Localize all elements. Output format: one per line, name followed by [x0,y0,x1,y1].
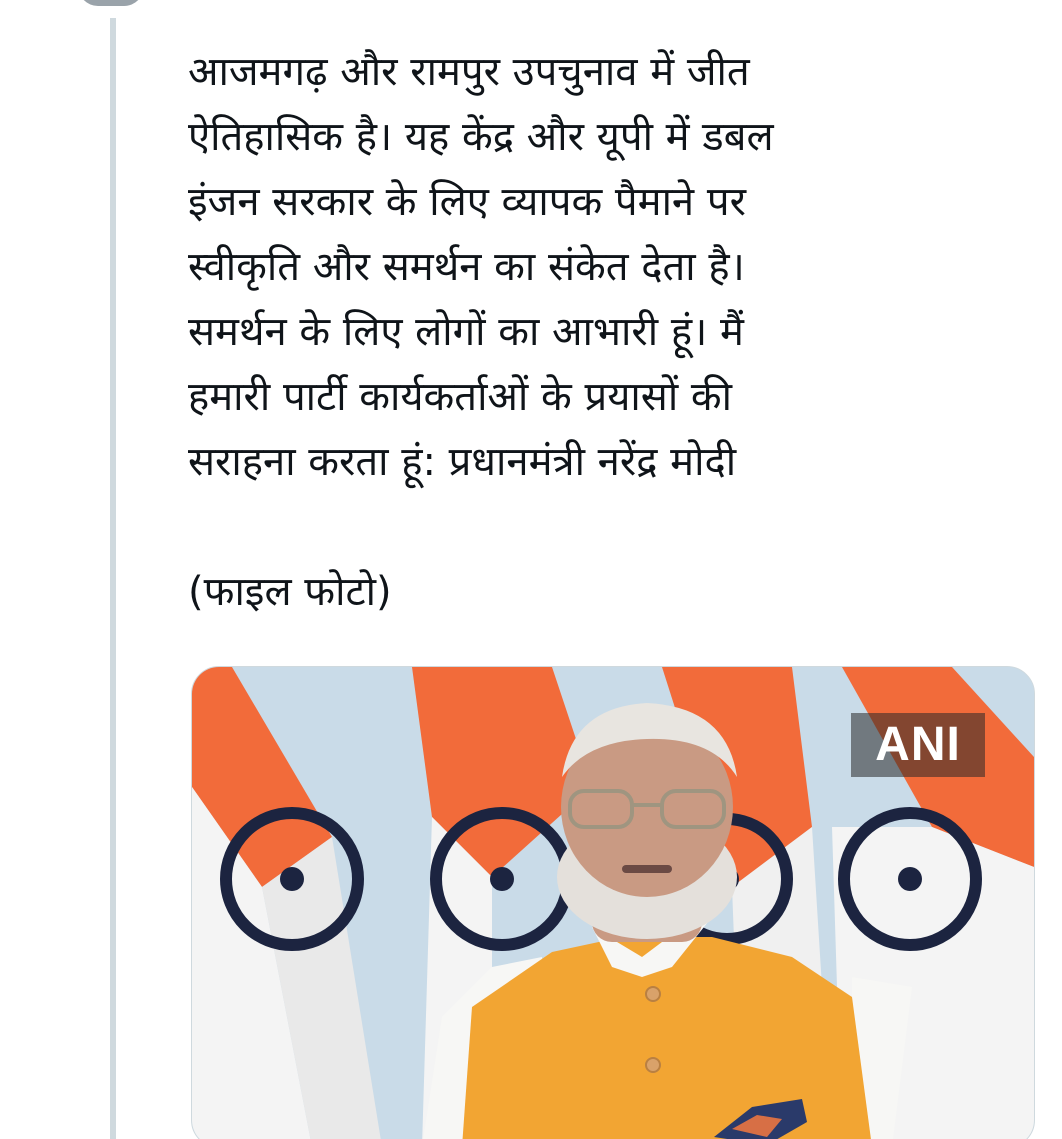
ani-watermark-badge: ANI [851,713,985,777]
tweet-thread-view: आजमगढ़ और रामपुर उपचुनाव में जीत ऐतिहासि… [0,0,1062,1139]
thread-connector-line [110,18,116,1139]
tweet-media-photo[interactable]: ANI [191,666,1035,1139]
avatar[interactable] [78,0,144,6]
tweet-text: आजमगढ़ और रामपुर उपचुनाव में जीत ऐतिहासि… [188,49,774,615]
